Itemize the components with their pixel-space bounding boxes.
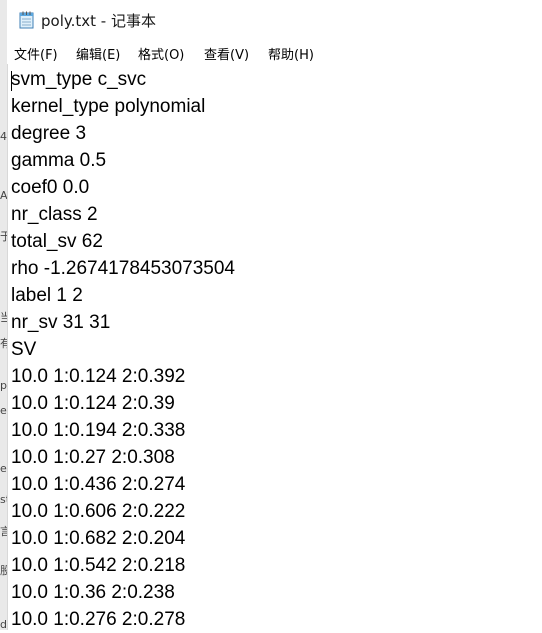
- menu-edit[interactable]: 编辑(E): [76, 44, 120, 63]
- text-line: 10.0 1:0.682 2:0.204: [11, 528, 186, 549]
- menu-view[interactable]: 查看(V): [204, 44, 249, 63]
- text-line: 10.0 1:0.606 2:0.222: [11, 501, 186, 522]
- text-line: coef0 0.0: [11, 177, 90, 198]
- text-line: rho -1.2674178453073504: [11, 258, 235, 279]
- title-bar[interactable]: poly.txt - 记事本: [7, 0, 542, 40]
- text-line: 10.0 1:0.36 2:0.238: [11, 582, 175, 603]
- menu-format[interactable]: 格式(O): [138, 44, 184, 63]
- text-line: 10.0 1:0.276 2:0.278: [11, 609, 186, 630]
- text-line: kernel_type polynomial: [11, 96, 206, 117]
- menu-help[interactable]: 帮助(H): [268, 44, 314, 63]
- text-line: 10.0 1:0.542 2:0.218: [11, 555, 186, 576]
- window-title: poly.txt - 记事本: [41, 12, 156, 30]
- text-line: 10.0 1:0.124 2:0.39: [11, 393, 175, 414]
- text-line: 10.0 1:0.436 2:0.274: [11, 474, 186, 495]
- text-editor-area[interactable]: svm_type c_svc kernel_type polynomial de…: [7, 64, 542, 630]
- text-line: SV: [11, 339, 37, 360]
- notepad-window: poly.txt - 记事本 文件(F) 编辑(E) 格式(O) 查看(V) 帮…: [7, 0, 542, 630]
- text-line: degree 3: [11, 123, 87, 144]
- text-line: 10.0 1:0.194 2:0.338: [11, 420, 186, 441]
- text-line: nr_sv 31 31: [11, 312, 111, 333]
- text-line: gamma 0.5: [11, 150, 107, 171]
- notepad-icon: [19, 11, 34, 29]
- menu-file[interactable]: 文件(F): [14, 44, 58, 63]
- text-line: total_sv 62: [11, 231, 103, 252]
- menu-bar: 文件(F) 编辑(E) 格式(O) 查看(V) 帮助(H): [7, 40, 542, 65]
- text-line: svm_type c_svc: [11, 69, 147, 90]
- text-line: 10.0 1:0.124 2:0.392: [11, 366, 186, 387]
- text-line: label 1 2: [11, 285, 83, 306]
- text-line: 10.0 1:0.27 2:0.308: [11, 447, 175, 468]
- text-line: nr_class 2: [11, 204, 98, 225]
